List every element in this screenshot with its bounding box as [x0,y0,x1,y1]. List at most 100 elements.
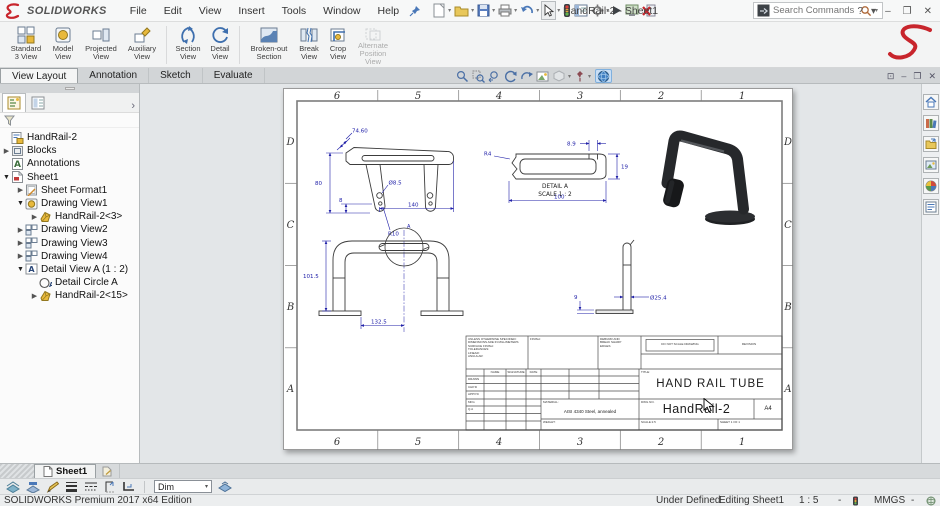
feature-manager-tab[interactable] [2,93,26,112]
search-scope-icon[interactable] [757,4,770,17]
save-button[interactable] [476,1,491,20]
doc-close-icon[interactable]: ✕ [928,71,936,82]
add-sheet-tab[interactable] [96,464,120,478]
help-dropdown-arrow[interactable]: ▾ [869,1,878,21]
view-orientation-sphere-icon[interactable] [595,69,612,83]
tree-item-drawing-view1[interactable]: ▼Drawing View1 [2,197,139,210]
save-dropdown-arrow[interactable]: ▾ [492,7,495,14]
zoom-to-area-icon[interactable] [472,69,485,83]
menu-tools[interactable]: Tools [274,1,315,21]
layer-properties-icon[interactable] [6,481,20,493]
menu-view[interactable]: View [191,1,230,21]
tree-item-sheet1[interactable]: ▼Sheet1 [2,171,139,184]
zoom-to-fit-icon[interactable] [456,69,469,83]
view-palette-icon[interactable] [923,157,939,173]
expander-icon[interactable]: ▶ [30,292,39,300]
detail-view-button[interactable]: Detail View [205,24,235,66]
editing-status[interactable]: Editing Sheet1 [719,495,784,506]
zoom-previous-icon[interactable] [488,69,501,83]
expander-icon[interactable]: ▶ [16,252,25,260]
drawing-view-1[interactable]: 74.60 80 8 Ø8.5 R10 140 [315,129,454,238]
tree-item-drawing-view3[interactable]: ▶Drawing View3 [2,237,139,250]
tree-item-detail-view-a[interactable]: ▼ADetail View A (1 : 2) [2,263,139,276]
custom-properties-icon[interactable] [923,199,939,215]
tab-bar-grip[interactable] [0,464,34,478]
broken-out-section-button[interactable]: Broken-out Section [244,24,294,66]
undo-button[interactable] [519,1,535,20]
design-library-icon[interactable] [923,115,939,131]
new-document-button[interactable] [432,1,447,20]
section-view-button[interactable]: Section View [171,24,205,66]
tree-item-detail-circle-a[interactable]: ADetail Circle A [2,276,139,289]
expander-icon[interactable]: ▼ [16,200,25,207]
tab-evaluate[interactable]: Evaluate [203,68,265,83]
sheet-scale[interactable]: 1 : 5 [799,495,818,506]
display-style-icon[interactable] [553,69,565,83]
status-globe-icon[interactable] [926,496,936,506]
doc-maximize-icon[interactable]: ❐ [913,71,921,82]
filter-funnel-icon[interactable] [4,115,15,126]
pan-icon[interactable] [520,69,533,83]
menu-edit[interactable]: Edit [156,1,190,21]
expander-icon[interactable]: ▼ [16,266,25,273]
status-cube-icon[interactable] [852,496,859,506]
tree-item-blocks[interactable]: ▶Blocks [2,144,139,157]
isometric-view[interactable] [662,136,755,225]
expander-icon[interactable]: ▼ [2,174,11,181]
tab-sketch[interactable]: Sketch [149,68,203,83]
tree-item-handrail-2[interactable]: HandRail-2 [2,131,139,144]
hide-show-dropdown-arrow[interactable]: ▾ [588,73,591,80]
line-color-icon[interactable] [26,481,40,493]
menu-insert[interactable]: Insert [230,1,272,21]
expander-icon[interactable]: ▶ [16,239,25,247]
appearances-icon[interactable] [923,178,939,194]
hide-show-edges-icon[interactable] [104,481,116,493]
dim-style-select[interactable]: Dim▾ [154,480,212,493]
standard-3-view-button[interactable]: Standard 3 View [6,24,46,66]
restore-button[interactable]: ❐ [897,1,918,21]
new-dropdown-arrow[interactable]: ▾ [448,7,451,14]
tree-item-handrail-2-3[interactable]: ▶HandRail-2<3> [2,210,139,223]
pencil-line-style-icon[interactable] [46,481,59,493]
pin-menu-icon[interactable] [408,1,422,20]
panel-flyout-arrow[interactable]: › [131,100,139,112]
doc-restore-icon[interactable]: ⊡ [887,71,895,82]
panel-grip[interactable] [0,84,139,93]
tree-item-drawing-view2[interactable]: ▶Drawing View2 [2,223,139,236]
print-dropdown-arrow[interactable]: ▾ [514,7,517,14]
align-corner-icon[interactable] [122,481,135,492]
drawing-sheet[interactable]: 654321 654321 DCBA DCBA [283,88,793,450]
menu-file[interactable]: File [122,1,155,21]
expander-icon[interactable]: ▶ [2,147,11,155]
select-button[interactable] [541,1,556,20]
home-icon[interactable] [923,94,939,110]
open-dropdown-arrow[interactable]: ▾ [471,7,474,14]
tab-annotation[interactable]: Annotation [78,68,149,83]
sheet1-tab[interactable]: Sheet1 [34,464,96,478]
tree-item-handrail-2-15[interactable]: ▶HandRail-2<15> [2,289,139,302]
expander-icon[interactable]: ▶ [30,213,39,221]
line-thickness-icon[interactable] [65,481,78,492]
minimize-button[interactable]: – [879,1,897,21]
print-button[interactable] [497,1,513,20]
expander-icon[interactable]: ▶ [16,226,25,234]
hide-show-items-icon[interactable] [575,69,585,83]
tree-item-sheet-format1[interactable]: ▶Sheet Format1 [2,184,139,197]
side-view[interactable]: Ø25.4 9 [574,240,667,314]
search-input[interactable] [773,5,857,16]
doc-minimize-icon[interactable]: – [901,71,906,81]
front-view[interactable]: 101.5 132.5 A [303,224,463,332]
undo-dropdown-arrow[interactable]: ▾ [536,7,539,14]
style-paint-icon[interactable] [218,481,232,492]
file-explorer-icon[interactable] [923,136,939,152]
model-view-button[interactable]: Model View [46,24,80,66]
projected-view-button[interactable]: Projected View [80,24,122,66]
select-dropdown-arrow[interactable]: ▾ [557,7,560,14]
help-button[interactable]: ? [851,1,869,21]
menu-window[interactable]: Window [315,1,368,21]
break-view-button[interactable]: Break View [294,24,324,66]
detail-view-a[interactable]: 8.9 R4 19 100 DETAIL A SCALE 1 : 2 [484,140,628,203]
crop-view-button[interactable]: Crop View [324,24,352,66]
line-style-pattern-icon[interactable] [84,481,98,492]
tab-view-layout[interactable]: View Layout [0,68,78,83]
